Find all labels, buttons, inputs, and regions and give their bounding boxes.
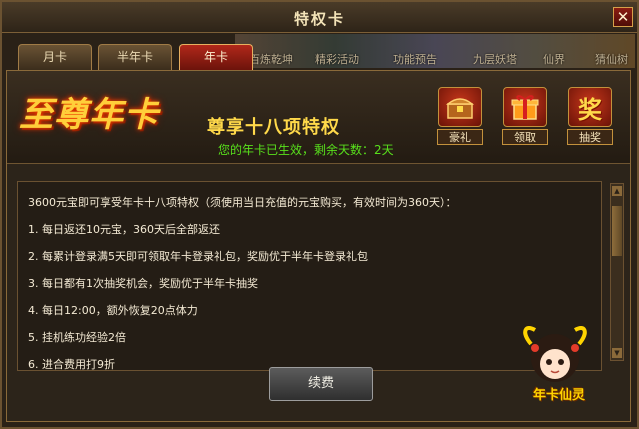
status-text: 您的年卡已生效，剩余天数：2天	[218, 143, 394, 157]
list-item: 3. 每日都有1次抽奖机会，奖励优于半年卡抽奖	[28, 277, 258, 290]
intro-text: 3600元宝即可享受年卡十八项特权（须使用当日充值的元宝购买，有效时间为360天…	[28, 196, 457, 209]
window-title: 特权卡	[293, 10, 345, 28]
bg-label-tree: 猜仙树	[595, 53, 628, 66]
scroll-up-icon[interactable]: ▲	[612, 186, 622, 196]
scroll-thumb[interactable]	[612, 206, 622, 256]
bg-label-activities: 精彩活动	[315, 53, 359, 66]
list-item: 5. 挂机练功经验2倍	[28, 331, 126, 344]
gift-box-icon	[503, 87, 547, 127]
list-item: 2. 每累计登录满5天即可领取年卡登录礼包，奖励优于半年卡登录礼包	[28, 250, 368, 263]
background-game-ui: 百炼乾坤 精彩活动 功能预告 九层妖塔 仙界 猜仙树	[235, 34, 635, 68]
bg-label-realm: 仙界	[543, 53, 565, 66]
list-item: 1. 每日返还10元宝，360天后全部返还	[28, 223, 220, 236]
lottery-jiang-icon: 奖	[568, 87, 612, 127]
treasure-chest-icon	[438, 87, 482, 127]
close-icon: ✕	[616, 8, 630, 26]
list-item: 6. 进合费用打9折	[28, 358, 115, 371]
bg-label-preview: 功能预告	[393, 53, 437, 66]
annual-card-logo: 至尊年卡	[19, 95, 159, 135]
renew-button[interactable]: 续费	[269, 367, 373, 401]
gift-pack-button[interactable]: 豪礼	[434, 87, 486, 147]
list-item: 4. 每日12:00，额外恢复20点体力	[28, 304, 198, 317]
headline: 尊享十八项特权	[207, 117, 340, 138]
scrollbar[interactable]: ▲ ▼	[610, 183, 624, 361]
claim-label: 领取	[502, 129, 548, 145]
panel-header: 至尊年卡 尊享十八项特权 您的年卡已生效，剩余天数：2天 豪礼 领取 奖 抽奖	[7, 71, 630, 164]
gift-pack-label: 豪礼	[437, 129, 483, 145]
mascot-label: 年卡仙灵	[533, 388, 586, 403]
claim-button[interactable]: 领取	[499, 87, 551, 147]
tab-half-year-card[interactable]: 半年卡	[98, 44, 172, 70]
lottery-button[interactable]: 奖 抽奖	[564, 87, 616, 147]
lottery-label: 抽奖	[567, 129, 613, 145]
title-bar: 特权卡 ✕	[2, 2, 637, 33]
close-button[interactable]: ✕	[613, 7, 633, 27]
bg-label-tower: 九层妖塔	[473, 53, 517, 66]
bg-label-bailian: 百炼乾坤	[249, 53, 293, 66]
tab-monthly-card[interactable]: 月卡	[18, 44, 92, 70]
scroll-down-icon[interactable]: ▼	[612, 348, 622, 358]
tab-annual-card[interactable]: 年卡	[179, 44, 253, 70]
